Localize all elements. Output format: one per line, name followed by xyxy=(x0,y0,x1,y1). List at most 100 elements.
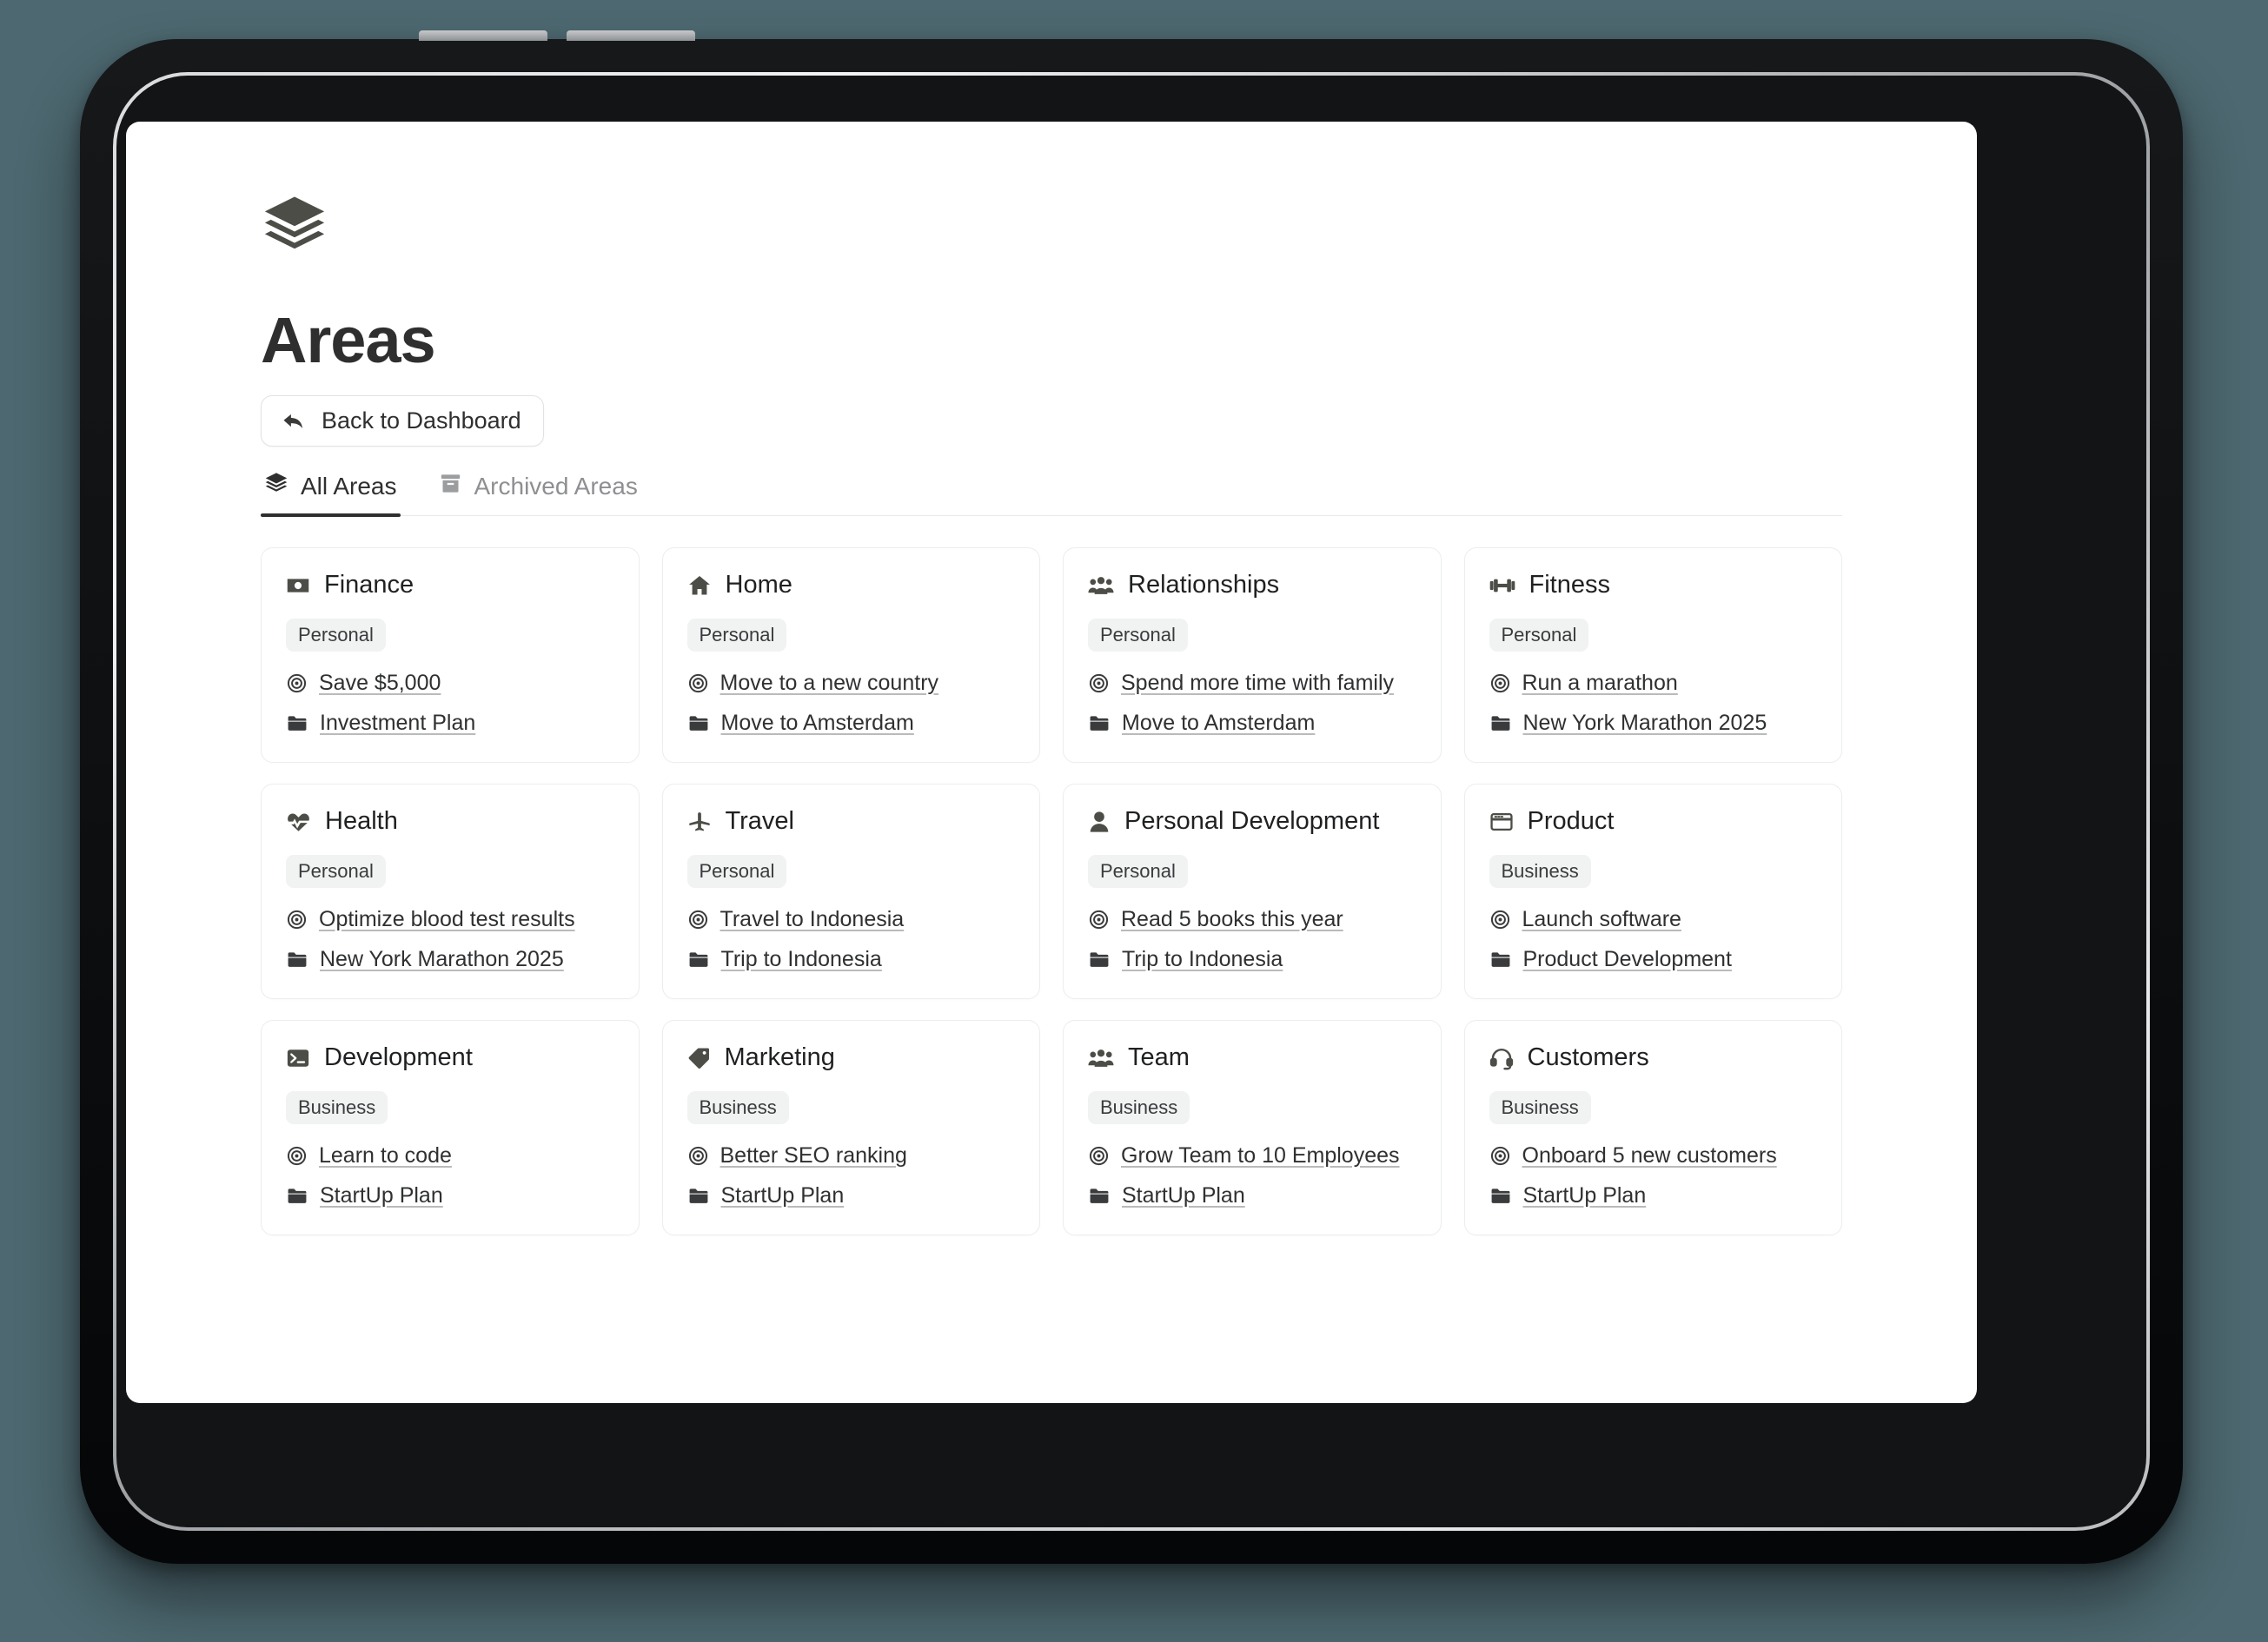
area-project-label: Trip to Indonesia xyxy=(1122,947,1283,971)
area-card-title: Fitness xyxy=(1489,571,1818,599)
areas-page: Areas Back to Dashboard All Areas Archiv… xyxy=(126,122,1977,1235)
area-project-link[interactable]: Investment Plan xyxy=(286,711,614,736)
area-card[interactable]: Team Business Grow Team to 10 Employees … xyxy=(1063,1020,1442,1235)
folder-icon xyxy=(1088,949,1111,970)
area-goal-link[interactable]: Travel to Indonesia xyxy=(687,907,1016,932)
tab-archived-areas[interactable]: Archived Areas xyxy=(435,472,641,515)
folder-icon xyxy=(286,949,308,970)
area-card[interactable]: Development Business Learn to code Start… xyxy=(261,1020,640,1235)
folder-icon xyxy=(286,712,308,734)
tab-all-areas[interactable]: All Areas xyxy=(261,471,401,517)
target-icon xyxy=(1489,672,1511,694)
area-card[interactable]: Finance Personal Save $5,000 Investment … xyxy=(261,547,640,763)
airplane-icon xyxy=(687,810,712,834)
area-goal-link[interactable]: Move to a new country xyxy=(687,671,1016,696)
area-project-link[interactable]: Trip to Indonesia xyxy=(687,947,1016,972)
area-card[interactable]: Home Personal Move to a new country Move… xyxy=(661,547,1040,763)
area-goal-link[interactable]: Grow Team to 10 Employees xyxy=(1088,1143,1416,1169)
area-card[interactable]: Relationships Personal Spend more time w… xyxy=(1063,547,1442,763)
area-card-title: Personal Development xyxy=(1088,807,1416,836)
area-goal-link[interactable]: Onboard 5 new customers xyxy=(1489,1143,1818,1169)
area-project-label: New York Marathon 2025 xyxy=(320,947,564,971)
area-card-title: Marketing xyxy=(687,1043,1016,1072)
area-card-title: Product xyxy=(1489,807,1818,836)
volume-down-button[interactable] xyxy=(567,30,695,41)
area-project-label: Move to Amsterdam xyxy=(1122,711,1316,735)
tag-icon xyxy=(687,1046,711,1070)
area-name: Health xyxy=(325,807,398,835)
area-card-title: Travel xyxy=(687,807,1016,836)
area-project-link[interactable]: StartUp Plan xyxy=(1489,1183,1818,1208)
area-goal-link[interactable]: Learn to code xyxy=(286,1143,614,1169)
target-icon xyxy=(687,909,709,930)
area-card-title: Team xyxy=(1088,1043,1416,1072)
area-category-tag: Personal xyxy=(686,855,787,888)
area-name: Travel xyxy=(725,807,795,835)
areas-grid: Finance Personal Save $5,000 Investment … xyxy=(261,547,1842,1235)
area-goal-label: Spend more time with family xyxy=(1121,671,1395,695)
layers-stack-icon xyxy=(264,471,288,501)
back-to-dashboard-button[interactable]: Back to Dashboard xyxy=(261,395,544,447)
area-card-title: Finance xyxy=(286,571,614,599)
area-goal-link[interactable]: Run a marathon xyxy=(1489,671,1818,696)
area-goal-link[interactable]: Optimize blood test results xyxy=(286,907,614,932)
area-name: Development xyxy=(324,1043,473,1071)
area-card-title: Health xyxy=(286,807,614,836)
target-icon xyxy=(1088,909,1110,930)
headset-icon xyxy=(1489,1046,1514,1070)
area-project-link[interactable]: StartUp Plan xyxy=(286,1183,614,1208)
window-app-icon xyxy=(1489,810,1514,834)
area-project-label: Trip to Indonesia xyxy=(720,947,882,971)
area-name: Team xyxy=(1128,1043,1190,1071)
area-goal-label: Better SEO ranking xyxy=(720,1143,907,1168)
area-project-link[interactable]: Trip to Indonesia xyxy=(1088,947,1416,972)
area-goal-label: Read 5 books this year xyxy=(1121,907,1343,931)
tab-all-areas-label: All Areas xyxy=(301,472,397,500)
target-icon xyxy=(687,672,709,694)
area-goal-link[interactable]: Save $5,000 xyxy=(286,671,614,696)
area-category-tag: Business xyxy=(1489,855,1591,888)
area-category-tag: Personal xyxy=(686,619,787,652)
folder-icon xyxy=(687,712,710,734)
area-category-tag: Personal xyxy=(1088,619,1188,652)
area-name: Home xyxy=(725,571,792,599)
area-project-label: Move to Amsterdam xyxy=(720,711,914,735)
area-project-label: StartUp Plan xyxy=(720,1183,845,1208)
area-card[interactable]: Fitness Personal Run a marathon New York… xyxy=(1463,547,1842,763)
area-card[interactable]: Travel Personal Travel to Indonesia Trip… xyxy=(661,784,1040,999)
target-icon xyxy=(1489,909,1511,930)
area-category-tag: Business xyxy=(1088,1091,1190,1124)
area-goal-link[interactable]: Better SEO ranking xyxy=(687,1143,1016,1169)
area-project-label: New York Marathon 2025 xyxy=(1522,711,1767,735)
areas-tabs: All Areas Archived Areas xyxy=(261,471,1842,517)
area-goal-link[interactable]: Launch software xyxy=(1489,907,1818,932)
area-card[interactable]: Personal Development Personal Read 5 boo… xyxy=(1063,784,1442,999)
folder-icon xyxy=(687,1185,710,1207)
target-icon xyxy=(286,909,308,930)
area-category-tag: Personal xyxy=(1088,855,1188,888)
area-project-link[interactable]: Move to Amsterdam xyxy=(687,711,1016,736)
volume-up-button[interactable] xyxy=(419,30,547,41)
area-name: Marketing xyxy=(724,1043,835,1071)
area-category-tag: Business xyxy=(286,1091,388,1124)
target-icon xyxy=(1489,1145,1511,1167)
folder-icon xyxy=(1489,949,1512,970)
area-goal-link[interactable]: Read 5 books this year xyxy=(1088,907,1416,932)
area-card[interactable]: Product Business Launch software Product… xyxy=(1463,784,1842,999)
area-project-label: Investment Plan xyxy=(320,711,476,735)
area-card[interactable]: Customers Business Onboard 5 new custome… xyxy=(1463,1020,1842,1235)
folder-icon xyxy=(1088,712,1111,734)
area-goal-link[interactable]: Spend more time with family xyxy=(1088,671,1416,696)
area-name: Product xyxy=(1527,807,1615,835)
area-project-link[interactable]: New York Marathon 2025 xyxy=(286,947,614,972)
area-card[interactable]: Health Personal Optimize blood test resu… xyxy=(261,784,640,999)
folder-icon xyxy=(286,1185,308,1207)
area-project-link[interactable]: Move to Amsterdam xyxy=(1088,711,1416,736)
area-project-link[interactable]: StartUp Plan xyxy=(1088,1183,1416,1208)
area-project-link[interactable]: StartUp Plan xyxy=(687,1183,1016,1208)
money-bill-icon xyxy=(286,573,310,598)
area-project-link[interactable]: Product Development xyxy=(1489,947,1818,972)
area-project-link[interactable]: New York Marathon 2025 xyxy=(1489,711,1818,736)
back-to-dashboard-label: Back to Dashboard xyxy=(322,407,521,434)
area-card[interactable]: Marketing Business Better SEO ranking St… xyxy=(661,1020,1040,1235)
